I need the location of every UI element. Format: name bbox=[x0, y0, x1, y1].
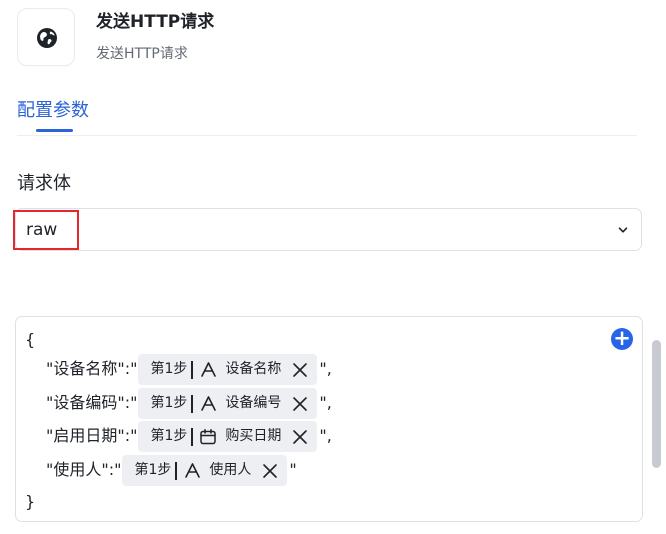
text-type-icon bbox=[199, 395, 217, 413]
calendar-icon bbox=[199, 428, 217, 446]
tab-bar: 配置参数 bbox=[17, 97, 637, 136]
close-icon[interactable] bbox=[261, 462, 279, 480]
variable-chip[interactable]: 第1步 购买日期 bbox=[138, 421, 318, 452]
json-value-tail: ", bbox=[319, 426, 332, 445]
code-line-3: "启用日期":" 第1步 购买日期 ", bbox=[46, 421, 332, 452]
text-type-icon bbox=[183, 462, 201, 480]
globe-icon bbox=[37, 28, 57, 48]
chip-field-name: 设备名称 bbox=[225, 361, 282, 377]
http-request-config-panel: 发送HTTP请求 发送HTTP请求 配置参数 请求体 raw { "设备名称":… bbox=[0, 0, 666, 534]
chip-field-name: 设备编号 bbox=[225, 395, 282, 411]
text-type-icon bbox=[199, 361, 217, 379]
code-line-4: "使用人":" 第1步 使用人 " bbox=[46, 455, 297, 486]
close-icon[interactable] bbox=[291, 395, 309, 413]
json-value-tail: " bbox=[289, 460, 297, 479]
json-value-tail: ", bbox=[319, 393, 332, 412]
variable-chip[interactable]: 第1步 设备名称 bbox=[138, 354, 318, 385]
close-brace: } bbox=[25, 492, 36, 511]
json-key: "设备编码":" bbox=[46, 393, 138, 412]
variable-chip[interactable]: 第1步 使用人 bbox=[122, 455, 288, 486]
json-key: "使用人":" bbox=[46, 460, 122, 479]
variable-chip[interactable]: 第1步 设备编号 bbox=[138, 388, 318, 419]
close-icon[interactable] bbox=[291, 361, 309, 379]
tab-config-params[interactable]: 配置参数 bbox=[17, 99, 89, 123]
chevron-down-icon bbox=[618, 227, 628, 233]
chip-field-name: 使用人 bbox=[209, 462, 252, 478]
chip-divider bbox=[191, 394, 194, 413]
active-tab-indicator bbox=[36, 129, 73, 132]
chip-divider bbox=[191, 360, 194, 379]
chip-step-label: 第1步 bbox=[150, 395, 188, 411]
request-body-selected-value: raw bbox=[26, 220, 58, 240]
node-header: 发送HTTP请求 发送HTTP请求 bbox=[17, 8, 637, 68]
add-variable-button[interactable]: + bbox=[611, 328, 633, 350]
request-body-select[interactable]: raw bbox=[15, 208, 642, 251]
chip-field-name: 购买日期 bbox=[225, 428, 282, 444]
node-title: 发送HTTP请求 bbox=[96, 12, 215, 32]
json-value-tail: ", bbox=[319, 359, 332, 378]
chip-divider bbox=[175, 461, 178, 480]
node-icon-container bbox=[17, 8, 75, 66]
plus-icon: + bbox=[613, 326, 631, 350]
json-key: "设备名称":" bbox=[46, 359, 138, 378]
chip-divider bbox=[191, 427, 194, 446]
close-icon[interactable] bbox=[291, 428, 309, 446]
chip-step-label: 第1步 bbox=[150, 361, 188, 377]
json-key: "启用日期":" bbox=[46, 426, 138, 445]
open-brace: { bbox=[25, 330, 36, 349]
chip-step-label: 第1步 bbox=[150, 428, 188, 444]
request-body-label: 请求体 bbox=[17, 173, 71, 194]
code-line-1: "设备名称":" 第1步 设备名称 ", bbox=[46, 354, 332, 385]
request-body-editor[interactable]: { "设备名称":" 第1步 设备名称 ", "设备编码":" 第1步 设备编号… bbox=[15, 316, 643, 522]
node-subtitle: 发送HTTP请求 bbox=[96, 46, 188, 62]
code-line-2: "设备编码":" 第1步 设备编号 ", bbox=[46, 388, 332, 419]
panel-scrollbar[interactable] bbox=[652, 340, 661, 468]
chip-step-label: 第1步 bbox=[134, 462, 172, 478]
